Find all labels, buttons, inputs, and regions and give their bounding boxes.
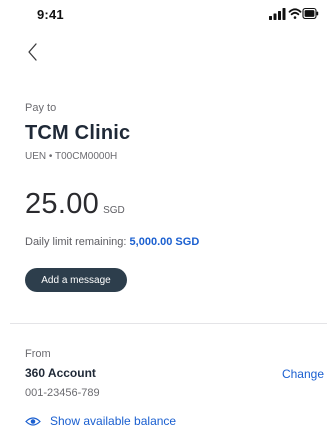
wifi-icon xyxy=(288,8,302,19)
account-number: 001-23456-789 xyxy=(25,387,100,399)
payee-name: TCM Clinic xyxy=(25,122,131,144)
daily-limit-value: 5,000.00 SGD xyxy=(129,236,200,248)
change-account-link[interactable]: Change xyxy=(282,367,324,381)
status-time: 9:41 xyxy=(37,7,64,22)
payee-uen: UEN • T00CM0000H xyxy=(25,151,118,162)
section-divider xyxy=(10,323,327,324)
account-name: 360 Account xyxy=(25,366,96,380)
from-label: From xyxy=(25,348,51,360)
amount-currency: SGD xyxy=(103,205,125,216)
status-icons xyxy=(269,7,319,20)
show-balance-button[interactable]: Show available balance xyxy=(25,414,176,428)
chevron-left-icon xyxy=(28,43,37,61)
back-button[interactable] xyxy=(25,40,45,64)
pay-to-label: Pay to xyxy=(25,102,57,114)
amount-display[interactable]: 25.00 SGD xyxy=(25,188,125,221)
amount-value: 25.00 xyxy=(25,188,100,220)
daily-limit-label: Daily limit remaining: xyxy=(25,236,127,248)
daily-limit: Daily limit remaining: 5,000.00 SGD xyxy=(25,236,199,248)
add-message-button[interactable]: Add a message xyxy=(25,268,127,292)
eye-icon xyxy=(25,416,41,426)
battery-icon xyxy=(302,7,319,20)
status-bar: 9:41 xyxy=(0,0,327,26)
show-balance-label: Show available balance xyxy=(50,414,177,428)
signal-icon xyxy=(269,8,286,20)
